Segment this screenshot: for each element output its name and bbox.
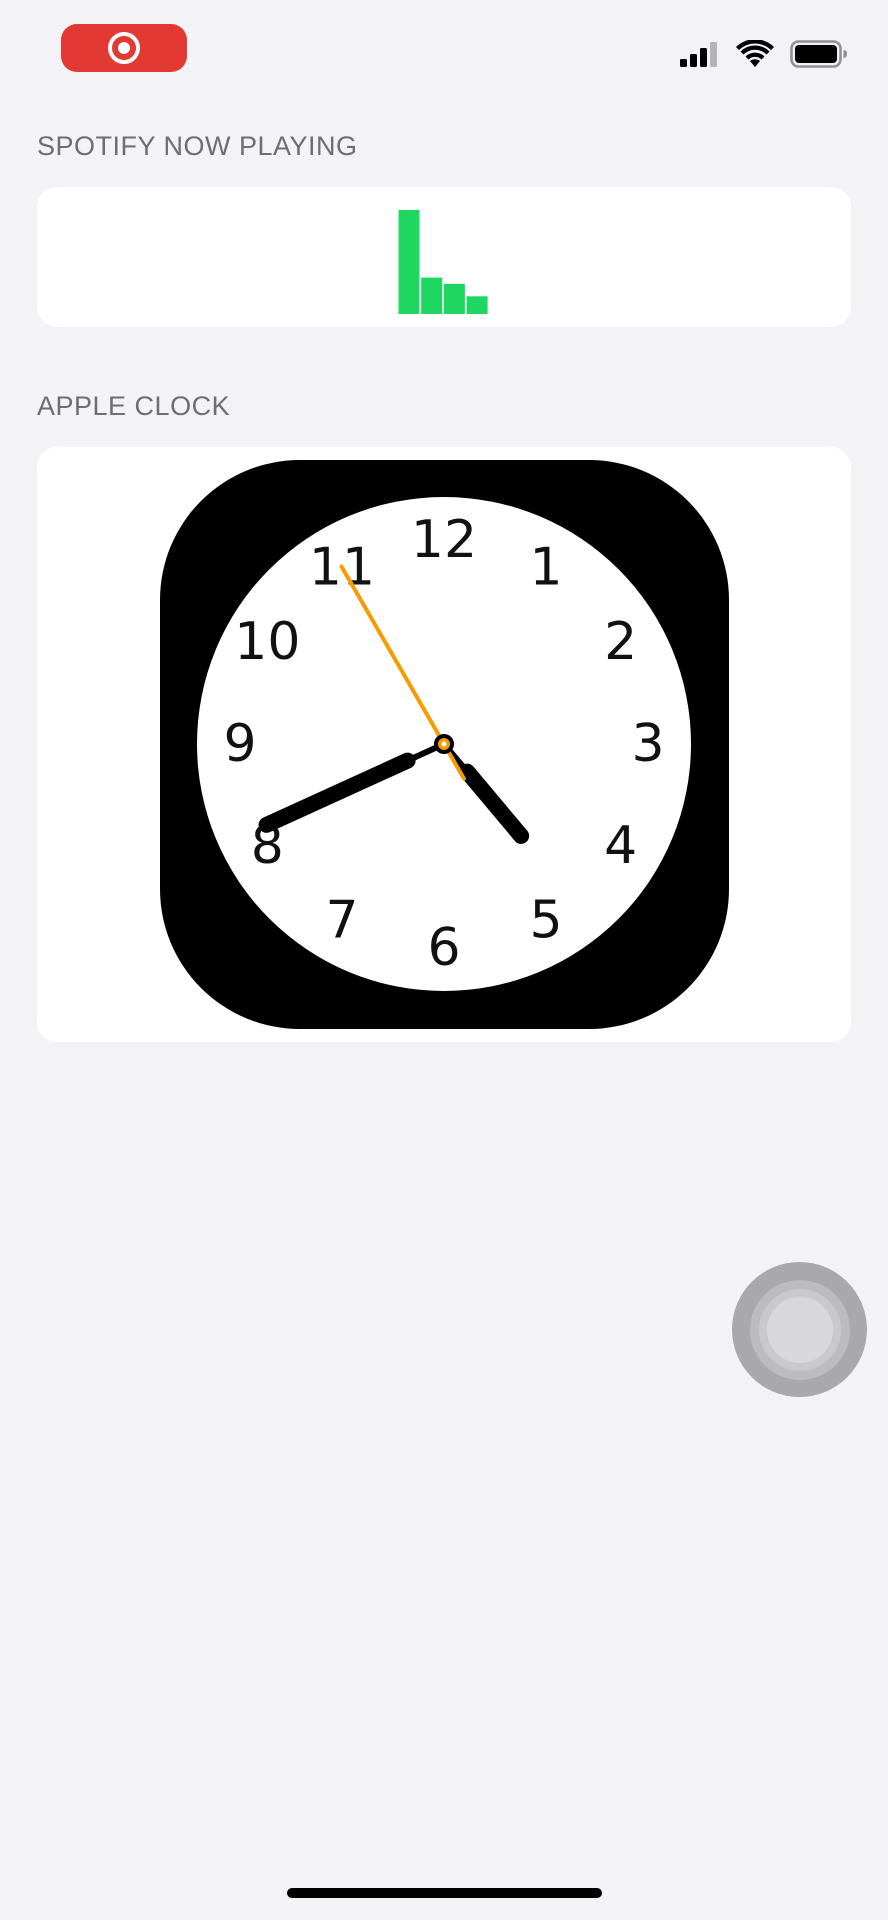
- screen-recording-indicator[interactable]: [61, 24, 187, 72]
- home-indicator[interactable]: [287, 1888, 602, 1898]
- battery-icon: [790, 40, 847, 68]
- clock-numeral: 3: [631, 714, 664, 774]
- assistive-touch-button[interactable]: [732, 1262, 867, 1397]
- clock-numeral: 7: [325, 891, 358, 951]
- clock-numeral: 10: [234, 612, 300, 672]
- clock-numeral: 2: [604, 612, 637, 672]
- clock-numeral: 5: [529, 891, 562, 951]
- clock-icon: 12 1234567891011: [160, 460, 729, 1029]
- clock-numeral: 1: [529, 537, 562, 597]
- cellular-signal-icon: [680, 42, 717, 67]
- spotify-now-playing-widget[interactable]: [37, 187, 851, 327]
- section-label-spotify: SPOTIFY NOW PLAYING: [37, 131, 358, 161]
- assistive-touch-icon: [749, 1279, 850, 1380]
- clock-numeral: 4: [604, 816, 637, 876]
- clock-center-dot: [441, 741, 447, 747]
- screen-recording-icon: [108, 32, 140, 64]
- visualizer-bar: [398, 210, 420, 314]
- visualizer-bar: [466, 296, 488, 314]
- section-label-clock: APPLE CLOCK: [37, 391, 231, 421]
- apple-clock-widget[interactable]: 12 1 2 3 4 5 6 7 8 9 10 11: [37, 447, 851, 1042]
- clock-numeral: 12: [411, 510, 477, 570]
- clock-numeral: 6: [427, 918, 460, 978]
- spotify-visualizer: [398, 210, 488, 314]
- visualizer-bar: [421, 277, 443, 314]
- clock-numeral: 9: [223, 714, 256, 774]
- wifi-icon: [736, 40, 774, 67]
- status-bar-icons: [680, 40, 848, 68]
- visualizer-bar: [443, 283, 465, 314]
